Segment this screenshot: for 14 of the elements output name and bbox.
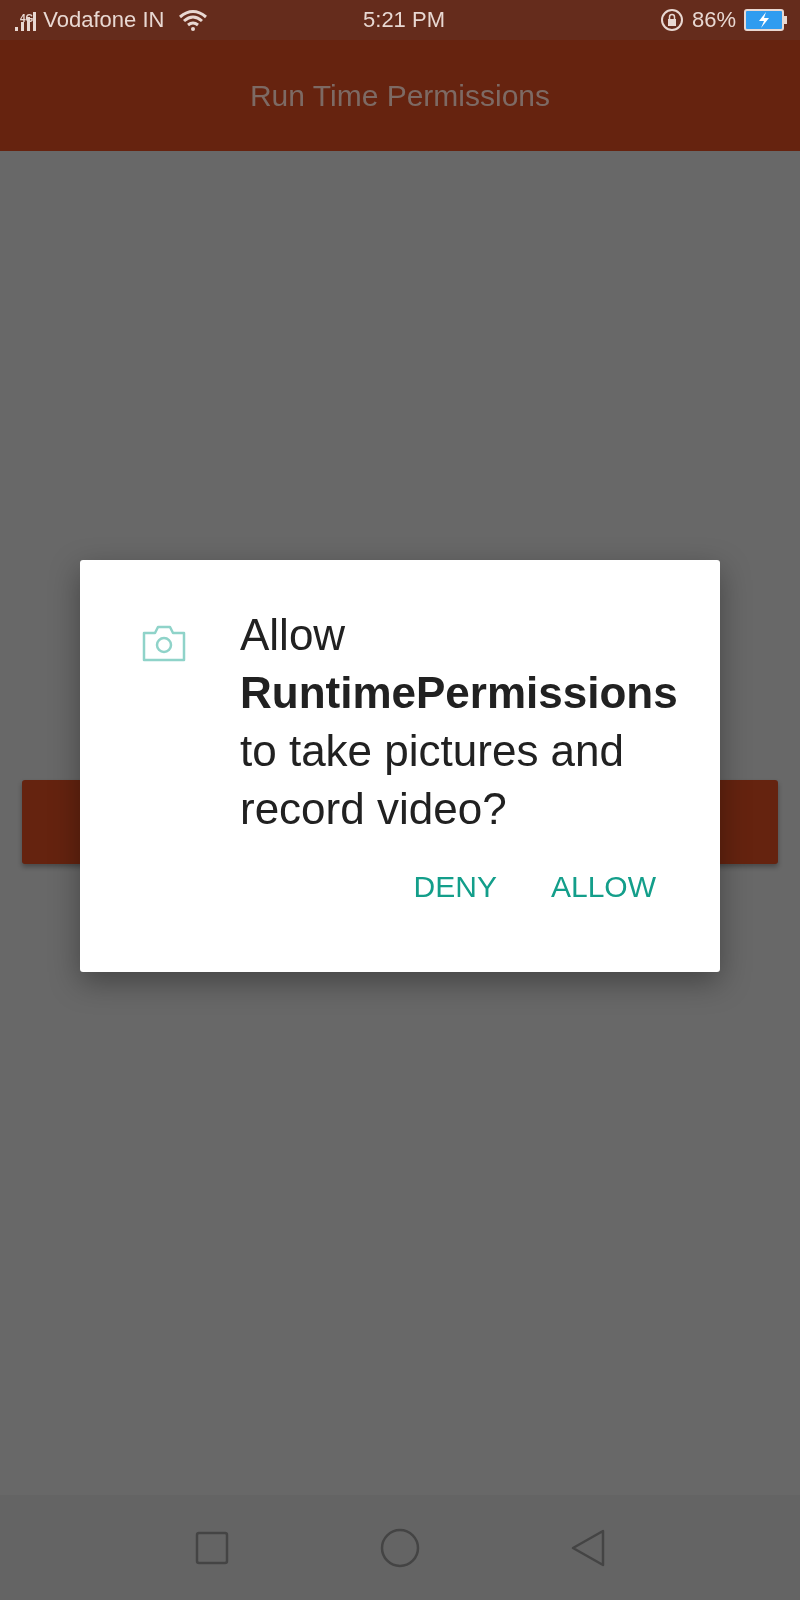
- rotation-lock-icon: [659, 8, 684, 32]
- wifi-icon: [178, 9, 209, 31]
- carrier-name: Vodafone IN: [43, 7, 165, 33]
- battery-percent: 86%: [691, 7, 736, 33]
- back-icon[interactable]: [570, 1528, 605, 1567]
- home-icon[interactable]: [380, 1527, 420, 1568]
- camera-icon: [142, 624, 186, 662]
- battery-charging-icon: [744, 9, 788, 31]
- recents-icon[interactable]: [195, 1530, 230, 1565]
- clock-time: 5:21 PM: [363, 7, 445, 33]
- app-title: Run Time Permissions: [249, 78, 551, 113]
- deny-button[interactable]: DENY: [401, 862, 509, 912]
- allow-button[interactable]: ALLOW: [538, 862, 668, 912]
- permission-message: Allow RuntimePermissions to take pictures and record video?: [240, 609, 679, 835]
